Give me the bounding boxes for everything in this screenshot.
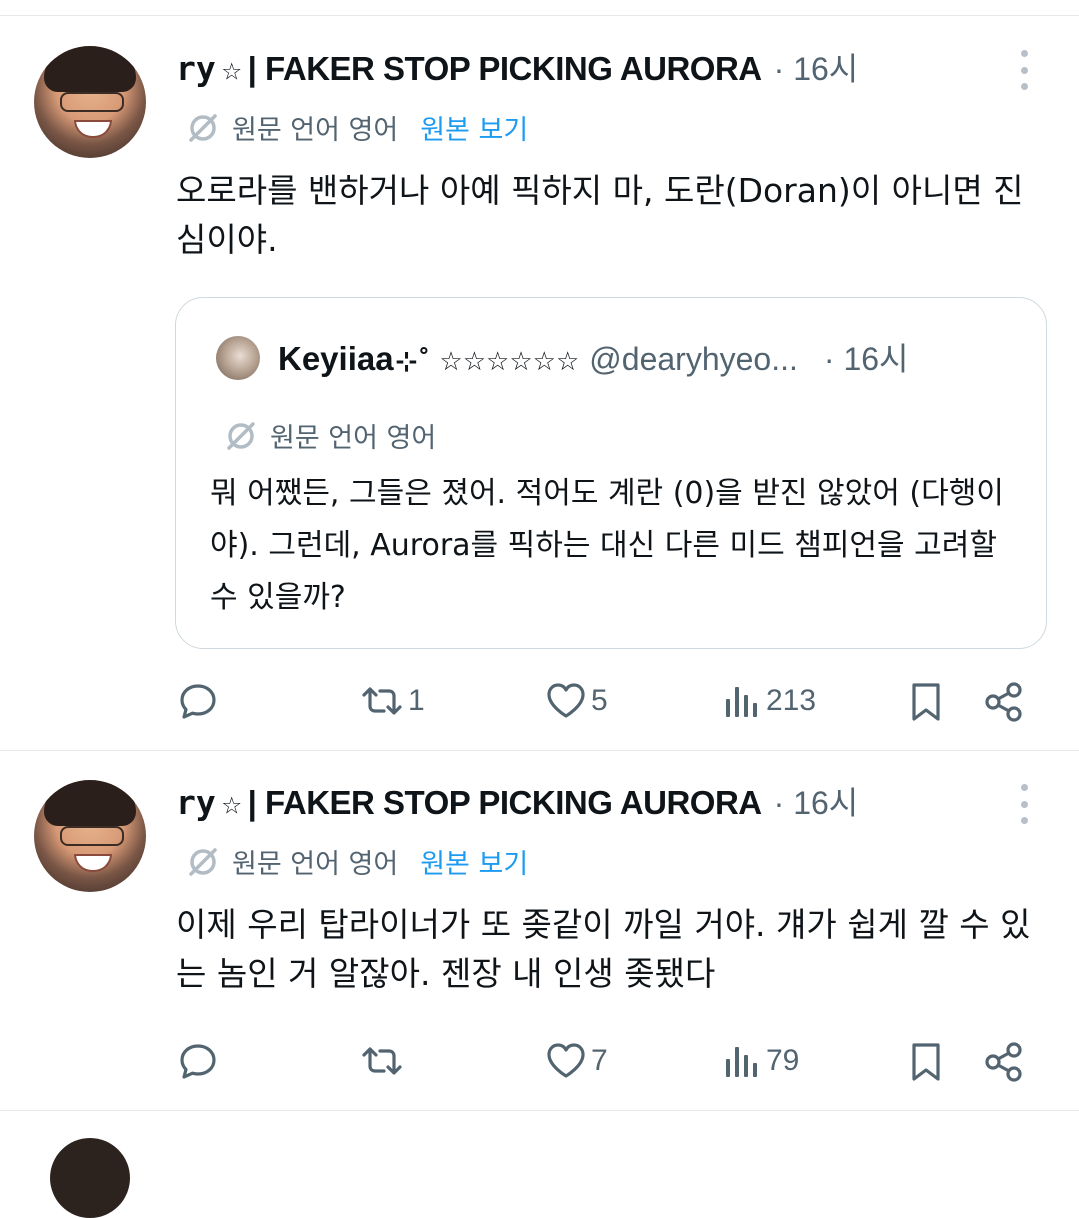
timestamp[interactable]: · 16시 <box>774 778 859 824</box>
retweet-icon <box>362 1047 402 1075</box>
views-button[interactable]: 79 <box>722 1041 799 1081</box>
translation-label: 원문 언어 영어 <box>232 849 399 880</box>
like-button[interactable]: 7 <box>545 1041 608 1081</box>
bookmark-button[interactable] <box>907 1041 945 1083</box>
tweet-divider <box>0 1110 1079 1111</box>
show-original-link[interactable]: 원본 보기 <box>420 842 528 881</box>
avatar[interactable] <box>34 780 146 892</box>
view-count: 79 <box>766 1044 800 1077</box>
display-name-prefix[interactable]: ry <box>176 783 216 822</box>
share-icon <box>985 1042 1022 1082</box>
heart-icon <box>547 1043 585 1078</box>
star-glyph: ☆ <box>221 783 242 822</box>
tweet-text: 이제 우리 탑라이너가 또 좆같이 까일 거야. 걔가 쉽게 깔 수 있는 놈인… <box>176 905 1031 993</box>
reply-icon <box>180 1044 216 1079</box>
translation-bar: 원문 언어 영어 원본 보기 <box>186 842 528 881</box>
views-icon <box>726 1047 757 1077</box>
share-button[interactable] <box>983 1041 1025 1083</box>
next-tweet-avatar[interactable] <box>50 1138 130 1218</box>
retweet-button[interactable] <box>360 1041 408 1081</box>
tweet[interactable]: ry ☆ | FAKER STOP PICKING AURORA · 16시 원… <box>0 0 1079 1110</box>
display-name[interactable]: | FAKER STOP PICKING AURORA <box>248 784 763 822</box>
like-count: 7 <box>591 1044 608 1077</box>
bookmark-icon <box>912 1043 940 1081</box>
more-options-icon[interactable] <box>1014 784 1034 824</box>
reply-button[interactable] <box>178 1041 222 1081</box>
translate-icon <box>189 847 217 876</box>
tweet-header: ry ☆ | FAKER STOP PICKING AURORA · 16시 <box>176 778 858 824</box>
